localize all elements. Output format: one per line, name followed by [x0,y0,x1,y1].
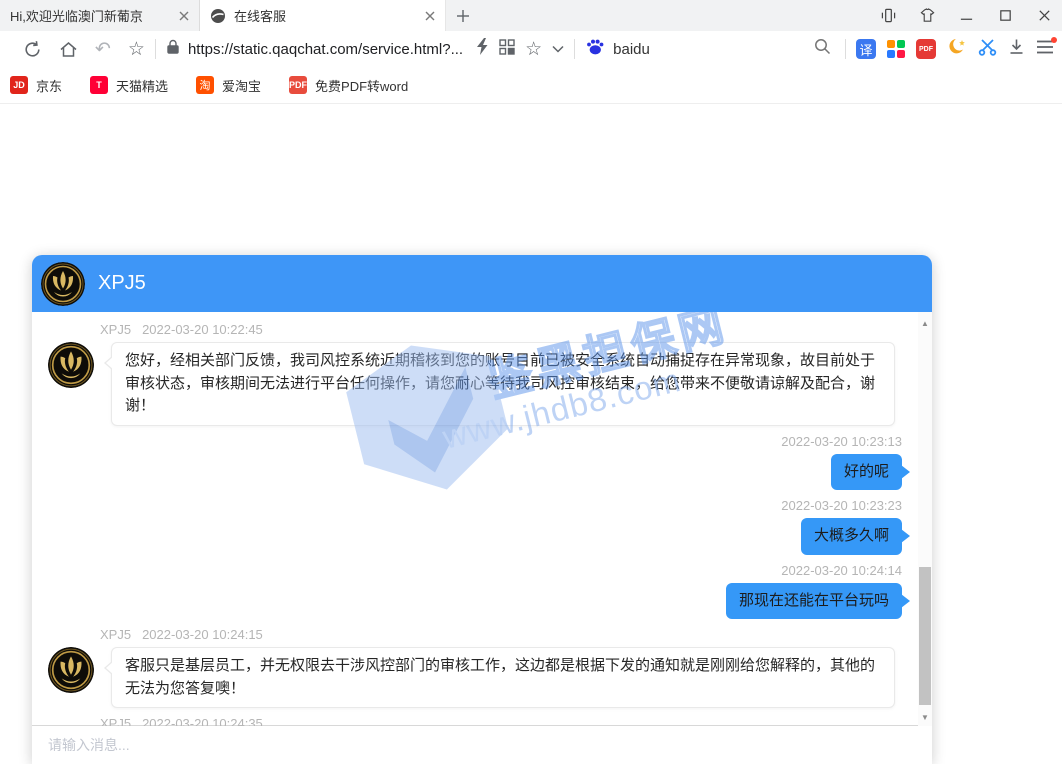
bookmark-item[interactable]: 淘爱淘宝 [196,76,261,95]
message-sender: XPJ5 [100,322,131,337]
qr-code-icon[interactable] [499,39,515,60]
message: 2022-03-20 10:23:23 大概多久啊 [48,498,902,555]
message-list: XPJ5 2022-03-20 10:22:45 您好，经相关部门反馈，我司风控系… [32,312,932,726]
scrollbar-thumb[interactable] [919,567,931,705]
bookmark-icon: T [90,76,108,94]
message-bubble: 您好，经相关部门反馈，我司风控系统近期稽核到您的账号目前已被安全系统自动捕捉存在… [111,342,895,426]
lock-icon [166,39,180,60]
maximize-button[interactable] [998,8,1013,23]
bookmark-star-icon[interactable]: ☆ [525,40,542,59]
globe-favicon-icon [210,8,226,24]
divider [574,39,575,59]
message-timestamp: 2022-03-20 10:23:23 [781,498,902,513]
page-content: XPJ5 XPJ5 2022-03-20 10:22:45 您好，经相关部门反馈，… [0,104,1062,764]
bookmark-icon: PDF [289,76,307,94]
theme-skin-icon[interactable] [920,8,935,23]
minimize-button[interactable] [959,8,974,23]
pdf-glyph: PDF [919,46,933,53]
divider [845,39,846,59]
close-tab-icon[interactable] [425,11,435,21]
scissors-icon[interactable] [978,37,997,61]
message-bubble: 好的呢 [831,454,902,491]
favorites-star-icon[interactable]: ☆ [128,40,145,59]
bookmark-icon: JD [10,76,28,94]
message: XPJ5 2022-03-20 10:22:45 您好，经相关部门反馈，我司风控系… [48,322,902,426]
tab-title: Hi,欢迎光临澳门新葡京 [10,6,171,25]
url-text[interactable]: https://static.qaqchat.com/service.html?… [188,41,463,58]
back-icon[interactable] [0,40,6,58]
home-icon[interactable] [59,40,78,59]
message-timestamp: 2022-03-20 10:23:13 [781,434,902,449]
address-bar[interactable]: https://static.qaqchat.com/service.html?… [166,39,463,60]
agent-avatar [48,647,94,693]
bookmark-icon: 淘 [196,76,214,94]
translate-glyph: 译 [859,40,872,59]
scrollbar[interactable]: ▲ ▼ [918,312,932,726]
message: 2022-03-20 10:24:14 那现在还能在平台玩吗 [48,563,902,620]
search-icon[interactable] [814,38,831,60]
extension-icons: 译 PDF [856,37,1062,62]
bookmark-label: 天猫精选 [116,76,168,95]
bookmark-label: 爱淘宝 [222,76,261,95]
search-engine-text[interactable]: baidu [613,41,650,58]
address-bar-actions: ☆ [475,38,564,60]
bookmark-item[interactable]: JD 京东 [10,76,62,95]
tab-welcome[interactable]: Hi,欢迎光临澳门新葡京 [0,0,200,31]
message-timestamp: 2022-03-20 10:24:35 [142,716,263,726]
bookmark-item[interactable]: PDF 免费PDF转word [289,76,408,95]
apps-grid-icon[interactable] [887,40,905,58]
chat-input-bar [32,725,932,764]
divider [155,39,156,59]
close-window-button[interactable] [1037,8,1052,23]
scroll-up-arrow-icon[interactable]: ▲ [918,316,932,330]
plus-icon [456,9,470,23]
chevron-down-icon[interactable] [552,40,564,58]
browser-window: Hi,欢迎光临澳门新葡京 在线客服 [0,0,1062,764]
scroll-down-arrow-icon[interactable]: ▼ [918,710,932,724]
tab-title: 在线客服 [234,6,417,25]
message-input[interactable] [32,726,932,764]
night-mode-moon-icon[interactable] [947,37,967,62]
download-icon[interactable] [1008,38,1025,60]
message-bubble: 大概多久啊 [801,518,902,555]
baidu-paw-icon [585,38,605,61]
close-tab-icon[interactable] [179,11,189,21]
refresh-icon[interactable] [23,40,42,59]
message: XPJ52022-03-20 10:24:35 很高兴为您服务 这边还有什么能协… [48,716,902,726]
message-bubble: 客服只是基层员工，并无权限去干涉风控部门的审核工作，这边都是根据下发的通知就是刚… [111,647,895,708]
agent-avatar [48,342,94,388]
bookmark-item[interactable]: T 天猫精选 [90,76,168,95]
message-bubble: 那现在还能在平台玩吗 [726,583,902,620]
menu-icon[interactable] [1036,39,1054,60]
tab-online-service[interactable]: 在线客服 [200,0,446,31]
bookmark-label: 免费PDF转word [315,76,408,95]
message: XPJ5 2022-03-20 10:24:15 客服只是基层员工，并无权限去干涉… [48,627,902,708]
chat-title: XPJ5 [98,272,146,295]
browser-toolbar: ↶ ☆ https://static.qaqchat.com/service.h… [0,31,1062,68]
message-timestamp: 2022-03-20 10:22:45 [142,322,263,337]
chat-widget: XPJ5 XPJ5 2022-03-20 10:22:45 您好，经相关部门反馈，… [32,255,932,764]
message-sender: XPJ5 [100,716,131,726]
send-to-mobile-icon[interactable] [881,8,896,23]
bookmark-label: 京东 [36,76,62,95]
tab-bar: Hi,欢迎光临澳门新葡京 在线客服 [0,0,1062,32]
message-timestamp: 2022-03-20 10:24:15 [142,627,263,642]
search-box[interactable]: baidu [585,38,814,61]
message-area: XPJ5 2022-03-20 10:22:45 您好，经相关部门反馈，我司风控系… [32,312,932,726]
nav-buttons: ↶ ☆ [0,40,145,59]
translate-icon[interactable]: 译 [856,39,876,59]
undo-icon[interactable]: ↶ [95,40,111,59]
pdf-tool-icon[interactable]: PDF [916,39,936,59]
flash-icon[interactable] [475,38,489,60]
chat-header: XPJ5 [32,255,932,312]
brand-avatar [41,262,85,306]
message-sender: XPJ5 [100,627,131,642]
new-tab-button[interactable] [446,0,480,31]
bookmarks-bar: JD 京东 T 天猫精选 淘爱淘宝 PDF 免费PDF转word [0,67,1062,104]
message-timestamp: 2022-03-20 10:24:14 [781,563,902,578]
window-controls [881,0,1052,31]
message: 2022-03-20 10:23:13 好的呢 [48,434,902,491]
